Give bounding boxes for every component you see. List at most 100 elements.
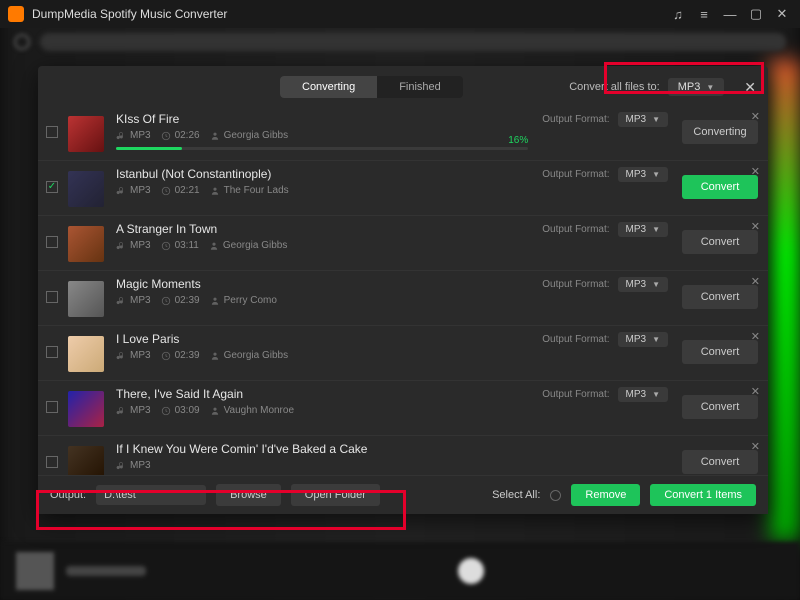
output-format-label: Output Format:: [542, 224, 609, 235]
chevron-down-icon: ▼: [652, 225, 660, 234]
track-checkbox[interactable]: [46, 126, 58, 138]
track-remove-button[interactable]: ✕: [751, 440, 760, 453]
album-art: [68, 391, 104, 427]
track-codec: MP3: [116, 185, 151, 196]
output-format-select[interactable]: MP3▼: [618, 222, 668, 237]
track-action-button[interactable]: Convert: [682, 230, 758, 254]
track-row: Istanbul (Not Constantinople) MP3 02:21 The…: [38, 160, 768, 215]
output-format-group: Output Format: MP3▼: [542, 167, 668, 182]
output-format-select[interactable]: MP3▼: [618, 277, 668, 292]
chevron-down-icon: ▼: [652, 280, 660, 289]
track-duration: 02:26: [161, 130, 200, 141]
track-action-button[interactable]: Convert: [682, 285, 758, 309]
chevron-down-icon: ▼: [652, 390, 660, 399]
track-row: I Love ParisMP302:39Georgia GibbsOutput …: [38, 325, 768, 380]
close-icon[interactable]: ✕: [772, 4, 792, 24]
track-artist: Georgia Gibbs: [210, 130, 288, 141]
track-checkbox[interactable]: [46, 236, 58, 248]
music-icon[interactable]: ♫: [668, 4, 688, 24]
convert-items-button[interactable]: Convert 1 Items: [650, 484, 756, 506]
track-remove-button[interactable]: ✕: [751, 110, 760, 123]
album-art: [68, 446, 104, 475]
output-format-group: Output Format:MP3▼: [542, 112, 668, 127]
track-checkbox[interactable]: [46, 291, 58, 303]
track-checkbox[interactable]: [46, 456, 58, 468]
track-artist: The Four Lads: [210, 185, 289, 196]
track-row: If I Knew You Were Comin' I'd've Baked a…: [38, 435, 768, 475]
track-duration: 03:09: [161, 405, 200, 416]
browser-bar: [0, 28, 800, 56]
output-format-group: Output Format: MP3▼: [542, 332, 668, 347]
track-remove-button[interactable]: ✕: [751, 330, 760, 343]
track-action-button[interactable]: Convert: [682, 175, 758, 199]
converter-panel: Converting Finished Convert all files to…: [38, 66, 768, 514]
panel-close-button[interactable]: ✕: [744, 79, 756, 96]
track-duration: 03:11: [161, 240, 199, 251]
track-codec: MP3: [116, 295, 151, 306]
chevron-down-icon: ▼: [652, 170, 660, 179]
output-format-label: Output Format:: [542, 389, 609, 400]
output-format-label: Output Format:: [542, 169, 609, 180]
track-row: Magic Moments MP3 02:39 Perry Como Output Fo…: [38, 270, 768, 325]
output-path-input[interactable]: [96, 485, 206, 505]
app-logo: [8, 6, 24, 22]
track-remove-button[interactable]: ✕: [751, 165, 760, 178]
track-list: KIss Of Fire MP3 02:26 Georgia Gibbs 16% Outp…: [38, 106, 768, 475]
menu-icon[interactable]: ≡: [694, 4, 714, 24]
chevron-down-icon: ▼: [706, 83, 714, 92]
track-action-button[interactable]: Convert: [682, 450, 758, 474]
progress-bar: 16%: [116, 147, 528, 150]
track-artist: Perry Como: [210, 295, 277, 306]
track-checkbox[interactable]: [46, 401, 58, 413]
convert-all-group: Convert all files to: MP3 ▼: [569, 78, 724, 96]
track-remove-button[interactable]: ✕: [751, 275, 760, 288]
output-format-group: Output Format: MP3▼: [542, 387, 668, 402]
track-action-button[interactable]: Convert: [682, 340, 758, 364]
output-format-select[interactable]: MP3▼: [618, 112, 668, 127]
output-format-group: Output Format: MP3▼: [542, 277, 668, 292]
convert-all-label: Convert all files to:: [569, 81, 659, 93]
track-duration: 02:39: [161, 295, 200, 306]
panel-tabs: Converting Finished: [280, 76, 463, 98]
track-title: Istanbul (Not Constantinople): [116, 167, 528, 181]
track-codec: MP3: [116, 240, 151, 251]
track-codec: MP3: [116, 405, 151, 416]
output-format-select[interactable]: MP3▼: [618, 332, 668, 347]
album-art: [68, 336, 104, 372]
panel-footer: Output: Browse Open Folder Select All: R…: [38, 475, 768, 514]
output-format-label: Output Format:: [542, 334, 609, 345]
browse-button[interactable]: Browse: [216, 484, 281, 506]
track-title: KIss Of Fire: [116, 112, 528, 126]
select-all-radio[interactable]: [550, 490, 561, 501]
track-codec: MP3: [116, 130, 151, 141]
output-format-select[interactable]: MP3▼: [618, 387, 668, 402]
output-format-group: Output Format: MP3▼: [542, 222, 668, 237]
track-remove-button[interactable]: ✕: [751, 385, 760, 398]
tab-converting[interactable]: Converting: [280, 76, 377, 98]
track-row: A Stranger In TownMP303:11Georgia GibbsO…: [38, 215, 768, 270]
track-checkbox[interactable]: [46, 181, 58, 193]
track-artist: Vaughn Monroe: [210, 405, 294, 416]
track-artist: Georgia Gibbs: [210, 350, 288, 361]
progress-percent: 16%: [508, 135, 528, 146]
chevron-down-icon: ▼: [652, 115, 660, 124]
minimize-icon[interactable]: —: [720, 4, 740, 24]
track-row: There, I've Said It AgainMP303:09Vaughn …: [38, 380, 768, 435]
track-duration: 02:21: [161, 185, 200, 196]
remove-button[interactable]: Remove: [571, 484, 640, 506]
track-title: Magic Moments: [116, 277, 528, 291]
album-art: [68, 281, 104, 317]
tab-finished[interactable]: Finished: [377, 76, 463, 98]
track-duration: 02:39: [161, 350, 200, 361]
output-format-select[interactable]: MP3▼: [618, 167, 668, 182]
track-checkbox[interactable]: [46, 346, 58, 358]
output-format-label: Output Format:: [542, 279, 609, 290]
open-folder-button[interactable]: Open Folder: [291, 484, 380, 506]
track-remove-button[interactable]: ✕: [751, 220, 760, 233]
track-action-button[interactable]: Converting: [682, 120, 758, 144]
track-codec: MP3: [116, 350, 151, 361]
track-action-button[interactable]: Convert: [682, 395, 758, 419]
convert-all-format-select[interactable]: MP3 ▼: [668, 78, 725, 96]
chevron-down-icon: ▼: [652, 335, 660, 344]
maximize-icon[interactable]: ▢: [746, 4, 766, 24]
